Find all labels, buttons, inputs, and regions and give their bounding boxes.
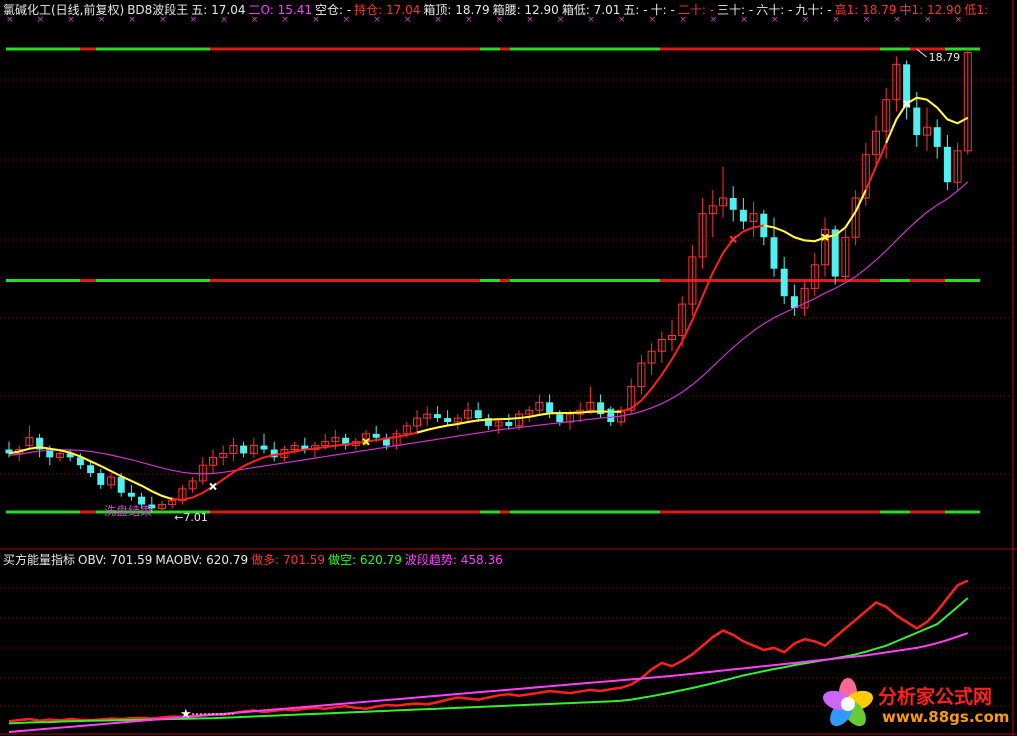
candle-body xyxy=(444,418,452,422)
top-value-item: 五: - xyxy=(623,3,648,17)
candle-body xyxy=(556,414,564,422)
candle-body xyxy=(770,237,778,269)
logo-text: 分析家公式网 xyxy=(878,686,993,708)
sub-indicator-title: 买方能量指标 xyxy=(3,553,76,567)
candle-body xyxy=(97,473,105,485)
top-value-item: 空仓: - xyxy=(314,3,352,17)
top-value-item: 中1: 12.90 xyxy=(899,3,962,17)
high-label: 18.79 xyxy=(929,51,961,64)
top-value-item: 低1: xyxy=(964,3,989,17)
bottom-value-item: OBV: 701.59 xyxy=(78,553,153,567)
top-value-item: 三十: - xyxy=(717,3,754,17)
top-value-item: 箱顶: 18.79 xyxy=(423,3,490,17)
candle-body xyxy=(505,421,513,426)
signal-marker xyxy=(209,482,217,491)
top-value-item: 箱低: 7.01 xyxy=(561,3,621,17)
bottom-value-item: 做空: 620.79 xyxy=(328,553,402,567)
ma-slow-line xyxy=(8,181,969,475)
top-value-item: 六十: - xyxy=(756,3,793,17)
candle-body xyxy=(943,146,951,183)
signal-line xyxy=(763,189,867,243)
top-value-item: 箱腰: 12.90 xyxy=(492,3,559,17)
signal-marker xyxy=(729,235,737,243)
top-value-item: 持仓: 17.04 xyxy=(354,3,421,17)
top-value-item: 高1: 18.79 xyxy=(834,3,897,17)
candle-body xyxy=(729,197,737,210)
bottom-value-item: MAOBV: 620.79 xyxy=(155,553,249,567)
top-values: 五: 17.04 二O: 15.41 空仓: - 持仓: 17.04 箱顶: 18.79… xyxy=(191,3,991,17)
candle-body xyxy=(933,127,941,147)
candle-body xyxy=(240,445,248,454)
bottom-values: OBV: 701.59 MAOBV: 620.79 做多: 701.59 做空: 62… xyxy=(78,553,506,567)
candle-body xyxy=(474,410,482,419)
top-value-item: 十: - xyxy=(650,3,675,17)
candle-body xyxy=(372,433,380,438)
candle-body xyxy=(739,209,747,222)
top-value-item: 五: 17.04 xyxy=(191,3,246,17)
bottom-header: 买方能量指标 OBV: 701.59 MAOBV: 620.79 做多: 701.59… xyxy=(3,553,509,567)
ma-fast-line xyxy=(8,96,969,501)
candle-body xyxy=(87,465,95,474)
wash-label: 洗盘结束 xyxy=(104,503,152,518)
top-value-item: 九十: - xyxy=(795,3,832,17)
star-icon: ★ xyxy=(180,707,192,722)
bottom-value-item: 做多: 701.59 xyxy=(251,553,326,567)
top-header: 氯碱化工(日线,前复权) BD8波段王 五: 17.04 二O: 15.41 空仓: -… xyxy=(3,3,994,17)
stock-title: 氯碱化工(日线,前复权) xyxy=(3,3,125,17)
candle-body xyxy=(780,268,788,297)
candle-body xyxy=(913,107,921,136)
logo: 分析家公式网 www.88gs.com xyxy=(820,676,1010,732)
logo-url: www.88gs.com xyxy=(882,708,1010,726)
candle-body xyxy=(260,445,268,450)
indicator-name: BD8波段王 xyxy=(127,3,189,17)
top-value-item: 二十: - xyxy=(677,3,715,17)
candle-body xyxy=(127,492,135,497)
candle-body xyxy=(433,414,441,419)
top-value-item: 二O: 15.41 xyxy=(248,3,312,17)
candle-body xyxy=(117,477,125,493)
low-label: ←7.01 xyxy=(174,511,208,524)
bottom-value-item: 波段趋势: 458.36 xyxy=(404,553,503,567)
chart-canvas: 18.79←7.01洗盘结束× × × × × × × × × × × × × × × × × × × × × × × × × ×… xyxy=(0,0,1017,736)
